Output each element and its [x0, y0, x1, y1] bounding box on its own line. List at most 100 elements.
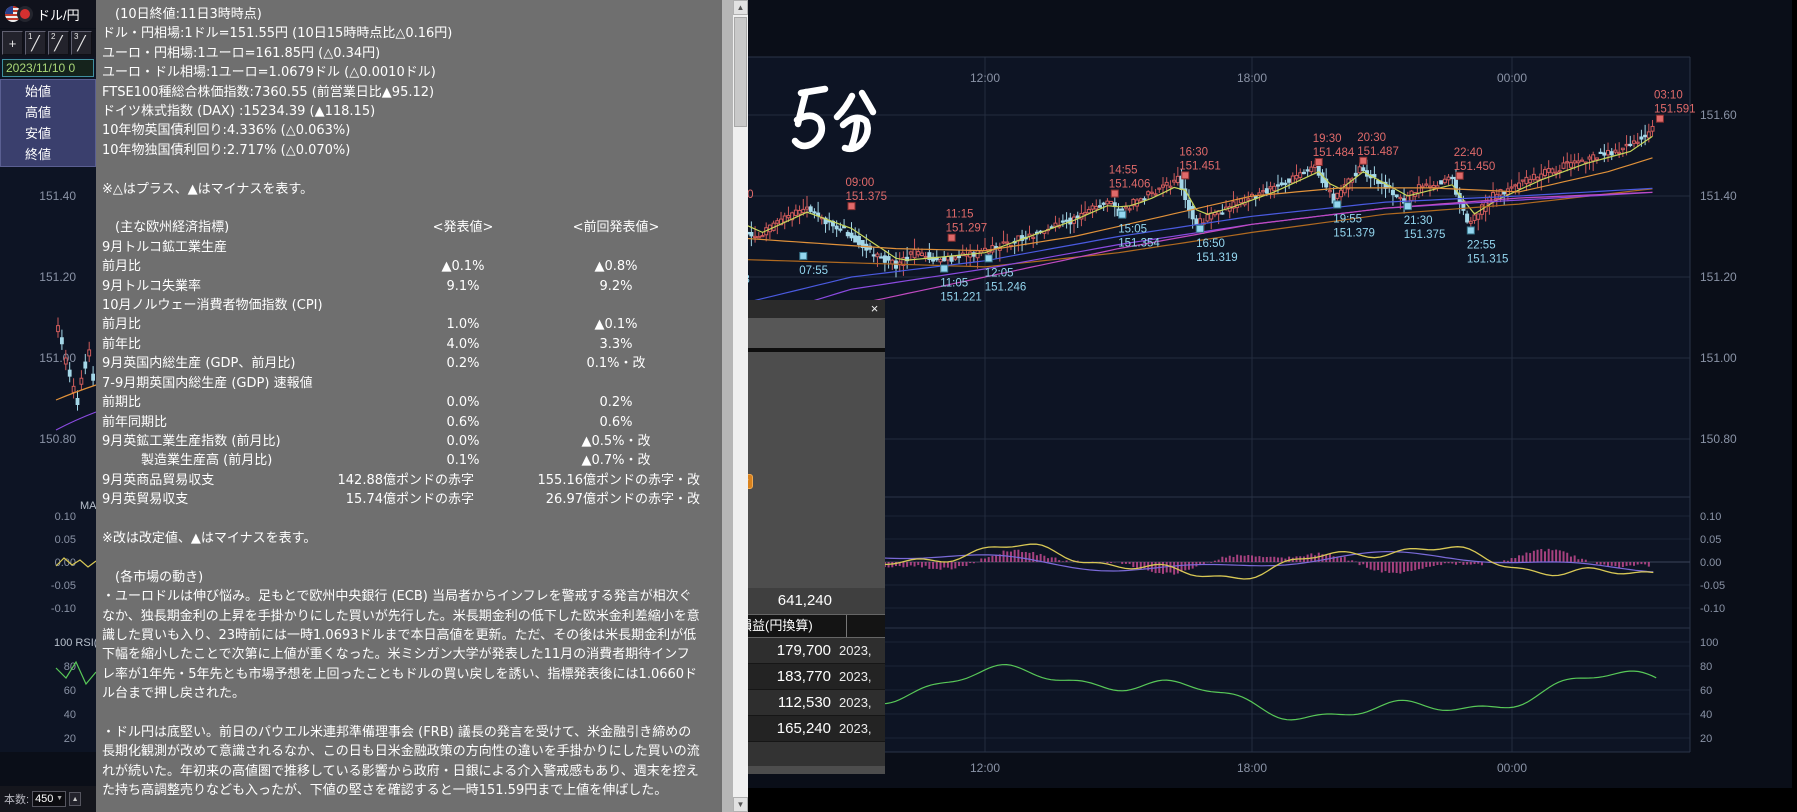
price-axis-label: 151.60: [1700, 108, 1737, 122]
trendline1-tool-button[interactable]: 1╱: [25, 31, 46, 55]
annotation-price: 151.297: [946, 223, 988, 235]
rsi-axis-label: 80: [1700, 661, 1712, 673]
date-field[interactable]: 2023/11/10 0: [2, 59, 94, 77]
high-label: 高値: [1, 103, 95, 122]
indicator-row: 9月トルコ失業率9.1%9.2%: [102, 277, 702, 296]
bar-count-up-button[interactable]: ▲: [69, 792, 81, 806]
annotation-time: 19:30: [1313, 133, 1342, 145]
price-axis-label: 151.00: [1700, 351, 1737, 365]
annotation-price: 151.406: [1109, 179, 1151, 191]
report-line: ドル・円相場:1ドル=151.55円 (10日15時時点比△0.16円): [102, 24, 702, 43]
trendline-icon: ╱: [77, 35, 85, 52]
annotation-price: 151.451: [1179, 160, 1221, 172]
osc-axis-label: -0.10: [1700, 603, 1725, 615]
scroll-up-icon[interactable]: ▲: [733, 0, 748, 15]
report-line: ※△はプラス、▲はマイナスを表す。: [102, 180, 702, 199]
annotation-time: 16:30: [1179, 146, 1208, 158]
osc-axis-label: 0.05: [55, 534, 76, 546]
rsi-axis-label: 20: [64, 733, 76, 745]
indicator-row: 9月英商品貿易収支142.88億ポンドの赤字155.16億ポンドの赤字・改: [102, 471, 702, 490]
indicator-table-header: (主な欧州経済指標)<発表値><前回発表値>: [102, 218, 702, 237]
annotation-time: 11:05: [940, 277, 968, 289]
annotation-price: 151.487: [1357, 146, 1399, 158]
price-axis-label: 150.80: [1700, 432, 1737, 446]
dialog-table-row[interactable]: 183,7702023,: [736, 664, 885, 690]
crosshair-tool-button[interactable]: +: [2, 31, 23, 55]
scroll-down-icon[interactable]: ▼: [733, 797, 748, 812]
report-line: ※改は改定値、▲はマイナスを表す。: [102, 529, 702, 548]
annotation-time: 15:05: [1118, 224, 1147, 236]
dialog-table-row[interactable]: 179,7002023,: [736, 638, 885, 664]
osc-axis-label: -0.05: [51, 580, 76, 592]
annotation-price: 151.591: [1654, 104, 1696, 116]
open-label: 始値: [1, 82, 95, 101]
close-label: 終値: [1, 145, 95, 164]
rsi-axis-label: 40: [64, 709, 76, 721]
indicator-row: 前月比▲0.1%▲0.8%: [102, 257, 702, 276]
dialog-section-top: [736, 318, 885, 352]
report-line: 10年物独国債利回り:2.717% (△0.070%): [102, 141, 702, 160]
annotation-time: 12:05: [985, 267, 1014, 279]
bar-count-toolbar: 本数: 450▼ ▲: [0, 786, 96, 812]
report-line: (各市場の動き): [102, 568, 702, 587]
annotation-price: 151.246: [985, 281, 1027, 293]
annotation-price: 151.319: [1196, 252, 1238, 264]
time-axis-label: 00:00: [1497, 761, 1527, 775]
osc-axis-label: -0.05: [1700, 580, 1725, 592]
annotation-time: 07:55: [799, 265, 828, 277]
bar-count-label: 本数:: [4, 791, 29, 807]
report-line: ユーロ・円相場:1ユーロ=161.85円 (△0.34円): [102, 44, 702, 63]
chevron-down-icon: ▼: [56, 792, 63, 806]
panel-scrollbar[interactable]: ▲ ▼: [733, 0, 748, 812]
dialog-table-row[interactable]: 112,5302023,: [736, 690, 885, 716]
dialog-table-row[interactable]: 165,2402023,: [736, 716, 885, 742]
annotation-price: 151.375: [845, 191, 887, 203]
annotation-price: 151.221: [940, 291, 982, 303]
annotation-price: 151.484: [1313, 147, 1355, 159]
annotation-price: 151.315: [1467, 253, 1509, 265]
trendline3-tool-button[interactable]: 3╱: [71, 31, 92, 55]
indicator-row: 7-9月期英国内総生産 (GDP) 速報値: [102, 374, 702, 393]
bar-count-select[interactable]: 450▼: [32, 791, 66, 807]
osc-axis-label: 0.10: [1700, 511, 1721, 523]
trendline2-tool-button[interactable]: 2╱: [48, 31, 69, 55]
report-line: [102, 510, 702, 529]
scrollbar-thumb[interactable]: [734, 17, 747, 127]
column-divider: [846, 615, 847, 637]
annotation-price: 151.375: [1404, 229, 1446, 241]
annotation-time: 20:30: [1357, 132, 1386, 144]
close-icon[interactable]: ×: [867, 301, 882, 316]
price-axis-label: 150.80: [39, 432, 76, 446]
annotation-time: 21:30: [1404, 215, 1433, 227]
indicator-row: 前月比1.0%▲0.1%: [102, 315, 702, 334]
report-line: ・ユーロドルは伸び悩み。足もとで欧州中央銀行 (ECB) 当局者からインフレを警…: [102, 587, 702, 703]
dialog-section-body: ?: [736, 352, 885, 588]
report-line: [102, 548, 702, 567]
annotation-price: 151.450: [1454, 161, 1496, 173]
rsi-axis-label: 20: [1700, 733, 1712, 745]
report-line: [102, 801, 702, 812]
rsi-axis-label: 100: [1700, 637, 1718, 649]
low-label: 安値: [1, 124, 95, 143]
time-axis-label: 12:00: [970, 71, 1000, 85]
price-axis-label: 151.00: [39, 351, 76, 365]
rsi-axis-label: 60: [1700, 685, 1712, 697]
report-line: (10日終値:11日3時時点): [102, 5, 702, 24]
dialog-window[interactable]: × ? 641,240 損益(円換算) 179,7002023,183,7702…: [735, 300, 885, 774]
annotation-time: 16:50: [1196, 238, 1225, 250]
trendline-icon: ╱: [54, 35, 62, 52]
chevron-up-icon: ▲: [72, 796, 79, 803]
price-axis-label: 151.40: [39, 189, 76, 203]
time-axis-label: 18:00: [1237, 761, 1267, 775]
report-line: FTSE100種総合株価指数:7360.55 (前営業日比▲95.12): [102, 83, 702, 102]
dialog-titlebar: ×: [736, 300, 885, 318]
ohlc-legend: 始値 高値 安値 終値: [0, 79, 96, 167]
osc-axis-label: 0.05: [1700, 534, 1721, 546]
drawing-toolbar: + 1╱ 2╱ 3╱: [0, 29, 96, 57]
annotation-time: 22:55: [1467, 239, 1496, 251]
rsi-axis-label: 60: [64, 685, 76, 697]
time-axis-label: 18:00: [1237, 71, 1267, 85]
price-axis-label: 151.20: [1700, 270, 1737, 284]
annotation-price: 151.379: [1333, 228, 1375, 240]
indicator-row: 前年同期比0.6%0.6%: [102, 413, 702, 432]
